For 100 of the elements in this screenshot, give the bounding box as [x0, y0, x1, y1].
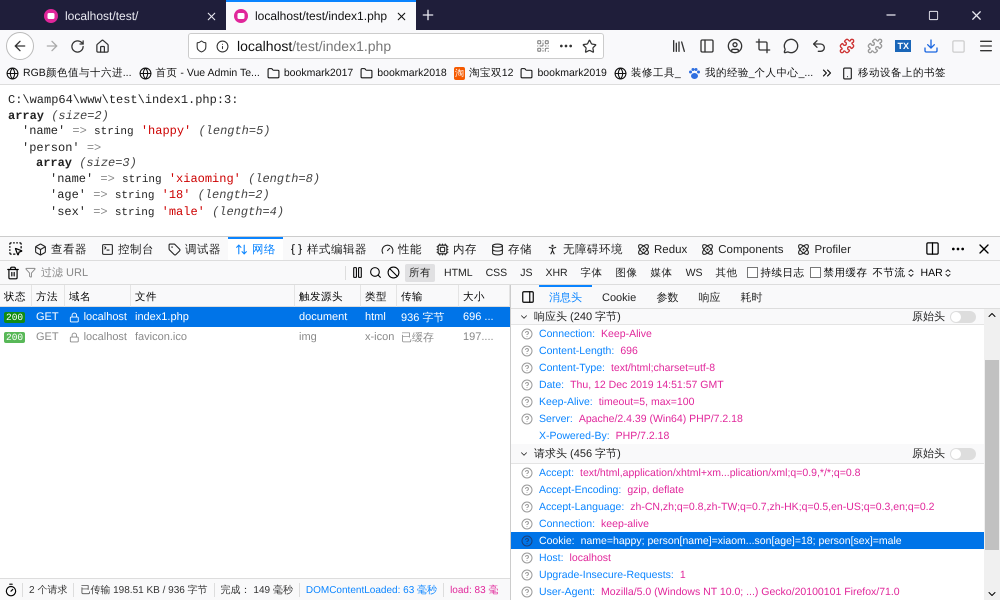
qr-code-icon[interactable]: [536, 39, 550, 53]
browser-tab[interactable]: localhost/test/: [36, 0, 226, 30]
type-filter[interactable]: CSS: [482, 264, 512, 280]
help-icon[interactable]: [521, 378, 533, 390]
toggle-switch[interactable]: [950, 310, 976, 322]
shield-icon[interactable]: [195, 40, 208, 52]
search-icon[interactable]: [369, 266, 382, 279]
back-button[interactable]: [6, 32, 34, 60]
header-row[interactable]: Connection: Keep-Alive: [511, 325, 984, 342]
close-icon[interactable]: [205, 10, 218, 22]
help-icon[interactable]: [521, 568, 533, 580]
help-icon[interactable]: [521, 396, 533, 408]
bookmark-link[interactable]: bookmark2017: [284, 67, 354, 79]
type-filter[interactable]: 其他: [712, 264, 742, 282]
help-icon[interactable]: [521, 344, 533, 356]
type-filter[interactable]: 媒体: [646, 264, 677, 282]
help-icon[interactable]: [521, 412, 533, 424]
header-row[interactable]: Keep-Alive: timeout=5, max=100: [511, 393, 984, 410]
header-row[interactable]: Date: Thu, 12 Dec 2019 14:51:57 GMT: [511, 376, 984, 393]
panel-icon[interactable]: [521, 290, 535, 304]
pause-icon[interactable]: [351, 266, 364, 279]
crop-icon[interactable]: [755, 38, 772, 54]
type-filter[interactable]: 字体: [576, 264, 607, 282]
bookmark-link[interactable]: bookmark2019: [537, 67, 607, 79]
dropdown[interactable]: 不节流: [872, 266, 916, 280]
timer-icon[interactable]: [4, 582, 18, 596]
help-icon[interactable]: [521, 552, 533, 564]
checkbox[interactable]: [810, 267, 821, 278]
filter-field[interactable]: 过滤 URL: [39, 266, 339, 280]
bookmark-link[interactable]: 我的经验_个人中心_...: [704, 66, 814, 80]
header-row[interactable]: Accept: text/html,application/xhtml+xm...plication/xml;q=0.9,*/*;q=0.8: [511, 464, 984, 481]
type-filter[interactable]: 所有: [405, 264, 435, 282]
bookmark-link[interactable]: 移动设备上的书签: [858, 66, 946, 80]
dropdown[interactable]: HAR: [920, 266, 953, 278]
header-row[interactable]: Accept-Encoding: gzip, deflate: [511, 481, 984, 498]
checkbox[interactable]: [746, 267, 758, 278]
help-icon[interactable]: [521, 518, 533, 530]
sidebar-icon[interactable]: [699, 38, 716, 54]
toggle-switch[interactable]: [950, 448, 976, 460]
library-icon[interactable]: [671, 38, 688, 54]
puzzle-icon[interactable]: [867, 38, 884, 54]
new-tab-icon[interactable]: [420, 7, 436, 23]
help-icon[interactable]: [521, 500, 533, 512]
devtools-tab[interactable]: 无障碍环境: [539, 237, 630, 260]
devtools-tab[interactable]: 性能: [374, 237, 429, 260]
menu-icon[interactable]: [978, 38, 994, 54]
close-icon[interactable]: [395, 10, 408, 22]
trash-icon[interactable]: [6, 266, 20, 280]
type-filter[interactable]: JS: [516, 264, 536, 280]
header-row[interactable]: Host: localhost: [511, 549, 984, 566]
bookmark-link[interactable]: 淘宝双12: [468, 66, 514, 80]
puzzle-icon[interactable]: [839, 38, 856, 54]
devtools-tab[interactable]: Profiler: [790, 237, 858, 260]
header-row[interactable]: Connection: keep-alive: [511, 515, 984, 532]
devtools-tab[interactable]: 查看器: [27, 237, 94, 260]
header-row[interactable]: Content-Type: text/html;charset=utf-8: [511, 359, 984, 376]
chat-icon[interactable]: [783, 38, 800, 54]
maximize-icon[interactable]: [928, 10, 939, 20]
devtools-tab[interactable]: 控制台: [94, 237, 161, 260]
scrollbar[interactable]: [984, 309, 1000, 600]
bookmark-link[interactable]: 装修工具_: [630, 66, 681, 80]
devtools-tab[interactable]: Components: [694, 237, 790, 260]
download-icon[interactable]: [923, 38, 939, 54]
type-filter[interactable]: HTML: [440, 264, 477, 280]
browser-tab[interactable]: localhost/test/index1.php: [226, 0, 416, 30]
help-icon[interactable]: [521, 362, 533, 374]
undo-icon[interactable]: [811, 38, 828, 54]
details-tab[interactable]: 耗时: [730, 285, 772, 308]
help-icon[interactable]: [521, 586, 533, 598]
details-tab[interactable]: 响应: [688, 285, 730, 308]
help-icon[interactable]: [521, 328, 533, 340]
header-row[interactable]: Cookie: name=happy; person[name]=xiaom...son[age]=18; person[sex]=male: [511, 532, 984, 549]
header-row[interactable]: Upgrade-Insecure-Requests: 1: [511, 566, 984, 583]
bookmark-link[interactable]: RGB颜色值与十六进...: [23, 66, 132, 80]
bookmark-link[interactable]: bookmark2018: [377, 67, 447, 79]
extension-badge[interactable]: TX: [895, 40, 911, 52]
header-row[interactable]: Accept-Language: zh-CN,zh;q=0.8,zh-TW;q=0.7,zh-HK;q=0.5,en-US;q=0.3,en;q=0.2: [511, 498, 984, 515]
header-row[interactable]: User-Agent: Mozilla/5.0 (Windows NT 10.0; ...) Gecko/20100101 Firefox/71.0: [511, 583, 984, 600]
help-icon[interactable]: [521, 484, 533, 496]
home-icon[interactable]: [95, 38, 110, 54]
devtools-tab[interactable]: 内存: [429, 237, 484, 260]
account-icon[interactable]: [727, 38, 744, 54]
header-row[interactable]: Server: Apache/2.4.39 (Win64) PHP/7.2.18: [511, 410, 984, 427]
header-row[interactable]: Content-Length: 696: [511, 342, 984, 359]
dock-icon[interactable]: [925, 241, 940, 256]
type-filter[interactable]: XHR: [541, 264, 572, 280]
details-tab[interactable]: 参数: [646, 285, 688, 308]
devtools-tab[interactable]: 网络: [228, 237, 283, 260]
details-tab[interactable]: Cookie: [592, 285, 646, 308]
reload-icon[interactable]: [70, 38, 85, 54]
devtools-tab[interactable]: 样式编辑器: [283, 237, 374, 260]
devtools-tab[interactable]: 存储: [484, 237, 539, 260]
type-filter[interactable]: 图像: [612, 264, 642, 282]
devtools-tab[interactable]: Redux: [630, 237, 694, 260]
star-icon[interactable]: [582, 38, 597, 54]
picker-icon[interactable]: [8, 241, 23, 256]
devtools-tab[interactable]: 调试器: [161, 237, 228, 260]
bookmark-link[interactable]: 首页 - Vue Admin Te...: [156, 66, 260, 80]
type-filter[interactable]: WS: [682, 264, 707, 280]
header-row[interactable]: X-Powered-By: PHP/7.2.18: [511, 427, 984, 444]
